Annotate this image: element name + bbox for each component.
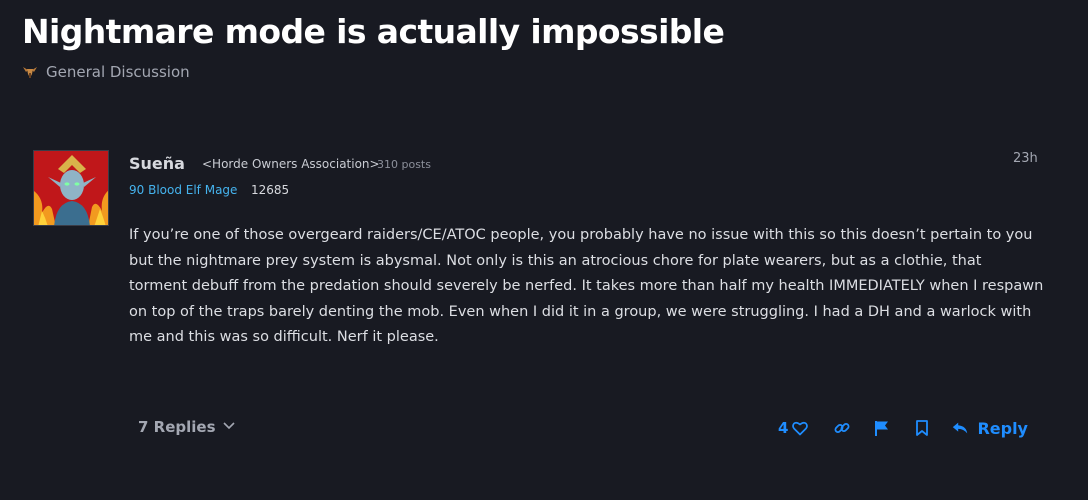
achievement-points: 12685 xyxy=(251,183,290,197)
post-actions: 4 Reply xyxy=(778,413,1028,443)
post-timestamp[interactable]: 23h xyxy=(1013,151,1038,166)
character-class: 90 Blood Elf Mage xyxy=(129,183,238,197)
replies-label: 7 Replies xyxy=(138,418,216,436)
like-button[interactable]: 4 xyxy=(778,419,809,437)
post-body: If you’re one of those overgeard raiders… xyxy=(129,227,1044,346)
replies-toggle[interactable]: 7 Replies xyxy=(138,418,240,436)
post-count: 310 posts xyxy=(377,158,431,171)
chevron-down-icon xyxy=(222,418,240,436)
guild-name: <Horde Owners Association> xyxy=(202,157,380,171)
flag-button[interactable] xyxy=(873,419,891,437)
flag-icon xyxy=(873,419,891,437)
bookmark-button[interactable] xyxy=(913,419,931,437)
link-icon xyxy=(833,419,851,437)
author-name[interactable]: Sueña xyxy=(129,154,185,173)
reply-arrow-icon xyxy=(951,419,969,437)
share-link-button[interactable] xyxy=(833,419,851,437)
post: Sueña <Horde Owners Association> 310 pos… xyxy=(0,0,1088,500)
heart-icon xyxy=(791,419,809,437)
bookmark-icon xyxy=(913,419,931,437)
like-count: 4 xyxy=(778,419,789,437)
avatar[interactable] xyxy=(33,150,109,226)
reply-label: Reply xyxy=(977,418,1028,438)
reply-button[interactable]: Reply xyxy=(951,419,1028,438)
